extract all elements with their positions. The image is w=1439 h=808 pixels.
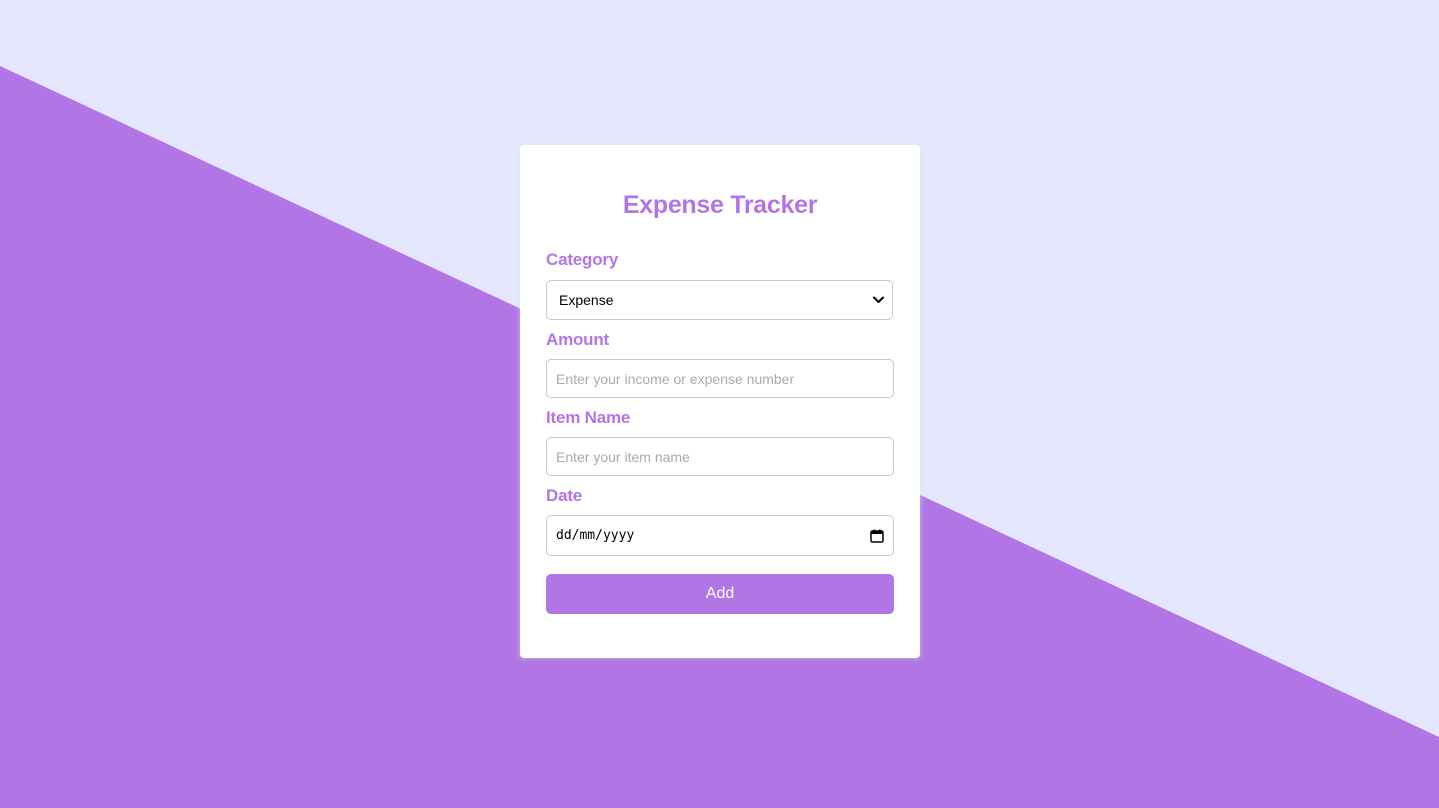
item-name-placeholder: Enter your item name (556, 448, 690, 465)
category-selected-value: Expense (559, 292, 614, 308)
item-name-label: Item Name (546, 408, 631, 427)
category-select[interactable]: Expense (546, 280, 893, 320)
date-format-text: dd/mm/yyyy (556, 528, 635, 543)
date-input[interactable]: dd/mm/yyyy (546, 515, 894, 556)
calendar-icon[interactable] (870, 529, 884, 543)
amount-placeholder: Enter your income or expense number (556, 370, 795, 387)
chevron-down-icon (872, 294, 884, 306)
expense-form-card: Expense Tracker Category Expense Amount … (520, 145, 920, 658)
item-name-input[interactable]: Enter your item name (546, 437, 894, 476)
add-button[interactable]: Add (546, 574, 894, 614)
amount-label: Amount (546, 330, 610, 349)
category-label: Category (546, 250, 619, 269)
page-title: Expense Tracker (622, 191, 818, 219)
amount-input[interactable]: Enter your income or expense number (546, 359, 894, 398)
date-label: Date (546, 486, 583, 505)
